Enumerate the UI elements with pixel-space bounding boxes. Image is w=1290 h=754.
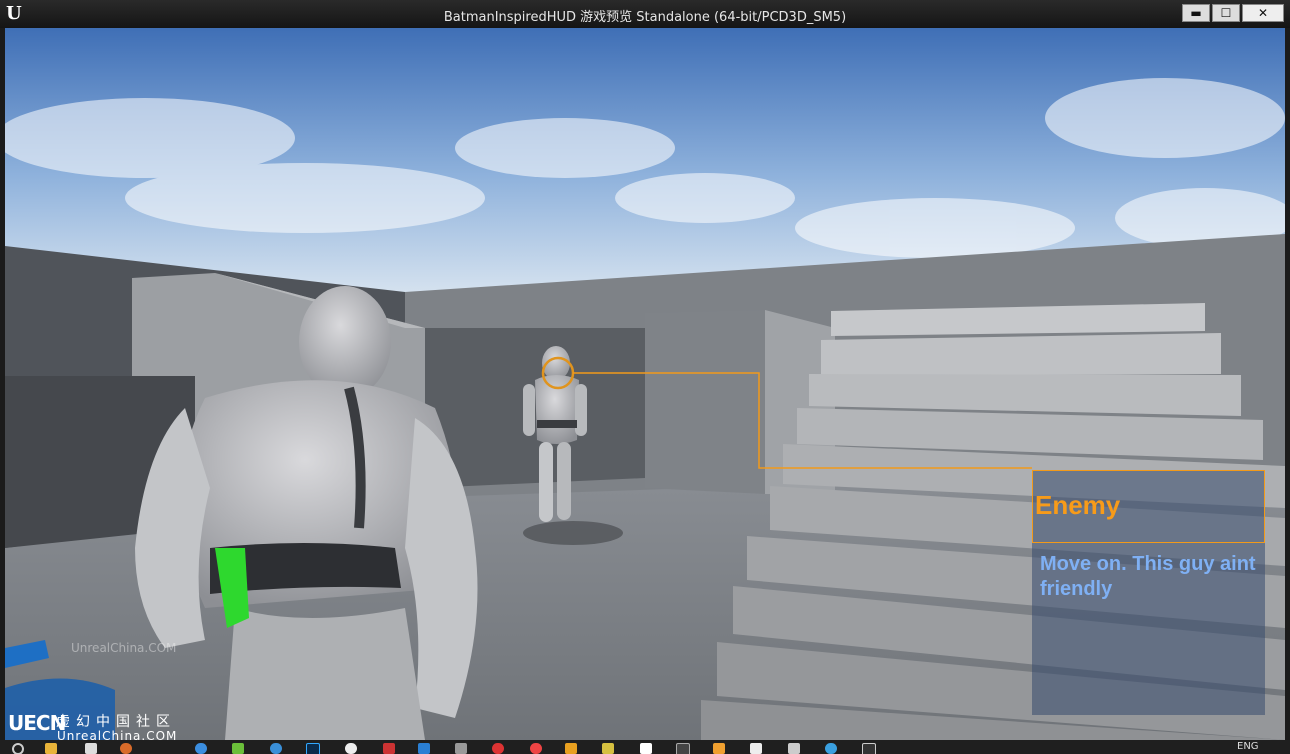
app-icon-3[interactable] <box>270 743 282 754</box>
watermark-chinese: 虚幻中国社区 <box>56 714 176 730</box>
app-icon-12[interactable] <box>750 743 762 754</box>
app-icon-11[interactable] <box>713 743 725 754</box>
enemy-message: Move on. This guy aint friendly <box>1040 553 1256 600</box>
app-icon-14[interactable] <box>825 743 837 754</box>
epic-icon[interactable] <box>862 743 876 754</box>
app-icon-10[interactable] <box>640 743 652 754</box>
app-icon-6[interactable] <box>455 743 467 754</box>
store-icon[interactable] <box>85 743 97 754</box>
taskbar: ENG <box>0 740 1290 754</box>
window-titlebar[interactable]: U BatmanInspiredHUD 游戏预览 Standalone (64-… <box>0 0 1290 28</box>
unity-icon[interactable] <box>345 743 357 754</box>
app-icon-4[interactable] <box>383 743 395 754</box>
close-button[interactable]: ✕ <box>1242 4 1284 22</box>
chrome-icon[interactable] <box>530 743 542 754</box>
maximize-button[interactable]: ☐ <box>1212 4 1240 22</box>
photoshop-icon[interactable] <box>306 743 320 754</box>
app-icon-8[interactable] <box>565 743 577 754</box>
watermark-small: UnrealChina.COM <box>71 641 177 655</box>
search-icon[interactable] <box>12 743 24 754</box>
browser-icon[interactable] <box>195 743 207 754</box>
language-indicator[interactable]: ENG <box>1237 741 1259 752</box>
app-icon-7[interactable] <box>492 743 504 754</box>
file-explorer-icon[interactable] <box>45 743 57 754</box>
minimize-button[interactable]: ▬ <box>1182 4 1210 22</box>
app-icon-13[interactable] <box>788 743 800 754</box>
app-icon[interactable] <box>120 743 132 754</box>
enemy-title: Enemy <box>1035 490 1121 520</box>
app-icon-2[interactable] <box>232 743 244 754</box>
window-title: BatmanInspiredHUD 游戏预览 Standalone (64-bi… <box>443 10 847 25</box>
app-icon-9[interactable] <box>602 743 614 754</box>
app-icon-5[interactable] <box>418 743 430 754</box>
unreal-icon[interactable] <box>676 743 690 754</box>
